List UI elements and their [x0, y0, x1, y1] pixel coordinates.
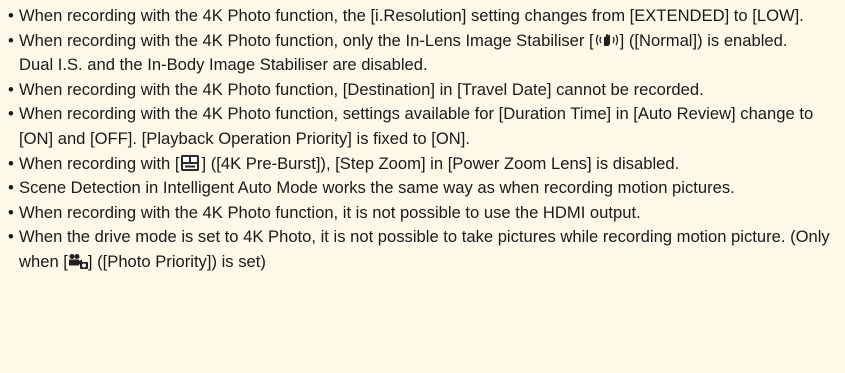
list-item: • When recording with the 4K Photo funct…	[0, 201, 845, 226]
list-item: • Scene Detection in Intelligent Auto Mo…	[0, 176, 845, 201]
document-page: • When recording with the 4K Photo funct…	[0, 0, 845, 373]
bullet: •	[8, 178, 14, 198]
list-item: • When the drive mode is set to 4K Photo…	[0, 225, 845, 274]
item-text: When recording with the 4K Photo functio…	[19, 79, 704, 99]
item-text-after-icon: ] ([Normal]) is enabled.	[619, 30, 788, 50]
list-item: • When recording with the 4K Photo funct…	[0, 4, 845, 29]
item-text: When recording with the 4K Photo functio…	[19, 202, 641, 222]
bullet: •	[8, 104, 14, 124]
bullet: •	[8, 227, 14, 247]
4k-pre-burst-icon	[181, 154, 200, 171]
bullet: •	[8, 30, 14, 50]
stabiliser-hand-icon	[594, 31, 620, 47]
item-text-after-icon: ] ([Photo Priority]) is set)	[87, 251, 266, 271]
list-item: • When recording with [ ] ([4K Pre-Burst]…	[0, 152, 845, 177]
list-item: • When recording with the 4K Photo funct…	[0, 29, 845, 54]
item-note: Dual I.S. and the In-Body Image Stabilis…	[19, 55, 428, 75]
list-item: • When recording with the 4K Photo funct…	[0, 102, 845, 151]
bullet: •	[8, 153, 14, 173]
item-text-before-icon: When recording with [	[19, 153, 180, 173]
bullet: •	[8, 202, 14, 222]
photo-priority-icon	[68, 252, 88, 269]
item-text: Scene Detection in Intelligent Auto Mode…	[19, 178, 735, 198]
list-item: • When recording with the 4K Photo funct…	[0, 78, 845, 103]
item-text: When recording with the 4K Photo functio…	[19, 6, 804, 25]
item-text: When recording with the 4K Photo functio…	[19, 104, 814, 148]
bullet: •	[8, 79, 14, 99]
item-text-after-icon: ] ([4K Pre-Burst]), [Step Zoom] in [Powe…	[201, 153, 680, 173]
bullet: •	[8, 6, 14, 25]
item-text-before-icon: When recording with the 4K Photo functio…	[19, 30, 594, 50]
